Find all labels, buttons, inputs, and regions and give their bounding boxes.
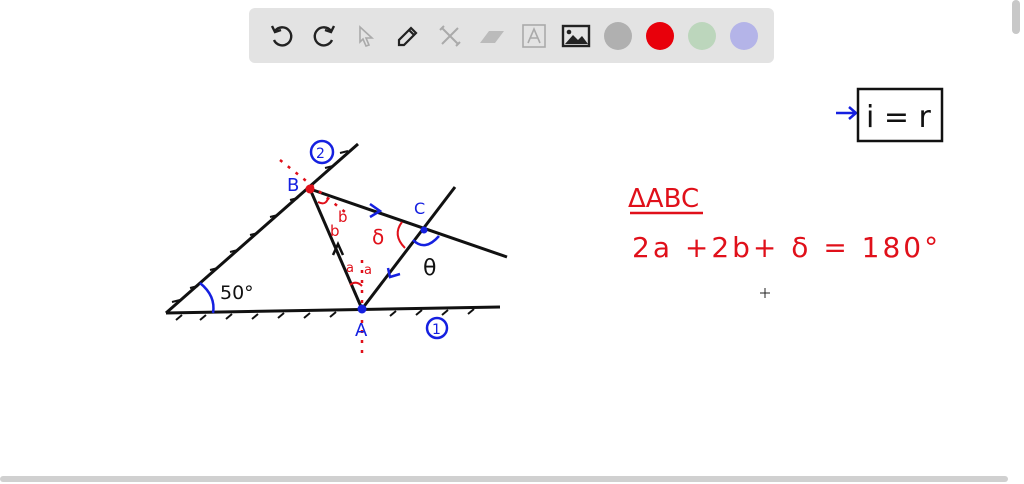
- arc-50: [199, 282, 215, 314]
- label-mirror-2: 2: [316, 146, 325, 162]
- crosshair-cursor-icon: [760, 288, 770, 298]
- label-C: C: [414, 199, 425, 218]
- angle-a-2: a: [364, 263, 372, 278]
- equation: 2a +2b+ δ = 180°: [632, 231, 941, 264]
- arrow-icon: [836, 106, 858, 120]
- horizontal-scrollbar[interactable]: [0, 476, 1008, 482]
- angle-a-1: a: [346, 261, 354, 276]
- label-A: A: [355, 320, 368, 341]
- angle-b-2: b: [330, 222, 340, 240]
- label-B: B: [287, 175, 299, 196]
- point-A: [357, 304, 367, 314]
- vertical-scrollbar[interactable]: [1012, 0, 1020, 34]
- whiteboard-canvas[interactable]: B A C 2 1 50° b b a a δ θ ΔABC 2a +2b+ δ…: [0, 0, 1024, 484]
- angle-theta: θ: [423, 256, 436, 281]
- law-text: i = r: [866, 100, 932, 135]
- angle-delta: δ: [372, 225, 384, 249]
- angle-50-label: 50°: [220, 282, 254, 304]
- label-mirror-1: 1: [432, 322, 441, 338]
- point-C: [420, 226, 428, 234]
- point-B: [305, 184, 315, 194]
- triangle-label: ΔABC: [628, 184, 699, 214]
